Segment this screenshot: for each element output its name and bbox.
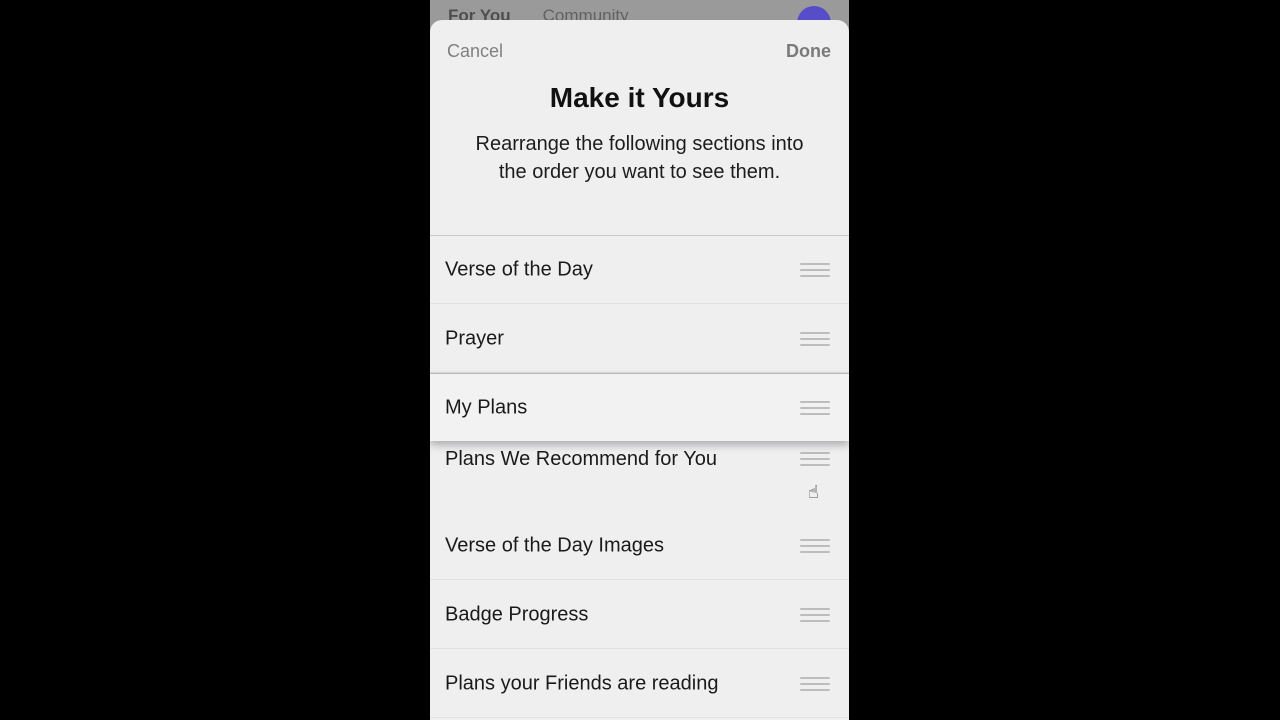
drag-handle-icon[interactable]	[800, 331, 830, 346]
list-item-label: Verse of the Day Images	[445, 534, 665, 556]
cancel-button[interactable]: Cancel	[447, 41, 503, 62]
list-item-verse-of-the-day-images[interactable]: Verse of the Day Images	[430, 512, 849, 580]
list-item-verse-of-the-day[interactable]: Verse of the Day	[430, 236, 849, 304]
done-button[interactable]: Done	[786, 41, 831, 62]
drag-handle-icon[interactable]	[800, 452, 830, 466]
list-item-badge-progress[interactable]: Badge Progress	[430, 581, 849, 649]
phone-screen: For You Community Cancel Done Make it Yo…	[430, 0, 849, 720]
pointer-hand-icon: ☝	[808, 482, 819, 502]
drag-handle-icon[interactable]	[800, 538, 830, 553]
make-it-yours-sheet: Cancel Done Make it Yours Rearrange the …	[430, 20, 849, 720]
list-item-label: Plans your Friends are reading	[445, 672, 719, 694]
list-item-label: Verse of the Day	[445, 258, 593, 280]
list-item-plans-friends-reading[interactable]: Plans your Friends are reading	[430, 650, 849, 718]
list-item-label: My Plans	[445, 396, 528, 418]
list-item-prayer[interactable]: Prayer	[430, 305, 849, 373]
drag-handle-icon[interactable]	[800, 676, 830, 691]
drag-handle-icon[interactable]	[800, 607, 830, 622]
drag-handle-icon[interactable]	[800, 400, 830, 415]
list-item-my-plans-dragging[interactable]: My Plans	[430, 373, 849, 441]
list-item-label: Prayer	[445, 327, 504, 349]
list-item-label: Plans We Recommend for You	[445, 448, 718, 470]
list-item-label: Badge Progress	[445, 603, 589, 625]
drag-handle-icon[interactable]	[800, 262, 830, 277]
page-title: Make it Yours	[549, 82, 730, 113]
page-subtitle: Rearrange the following sections into th…	[475, 133, 804, 183]
